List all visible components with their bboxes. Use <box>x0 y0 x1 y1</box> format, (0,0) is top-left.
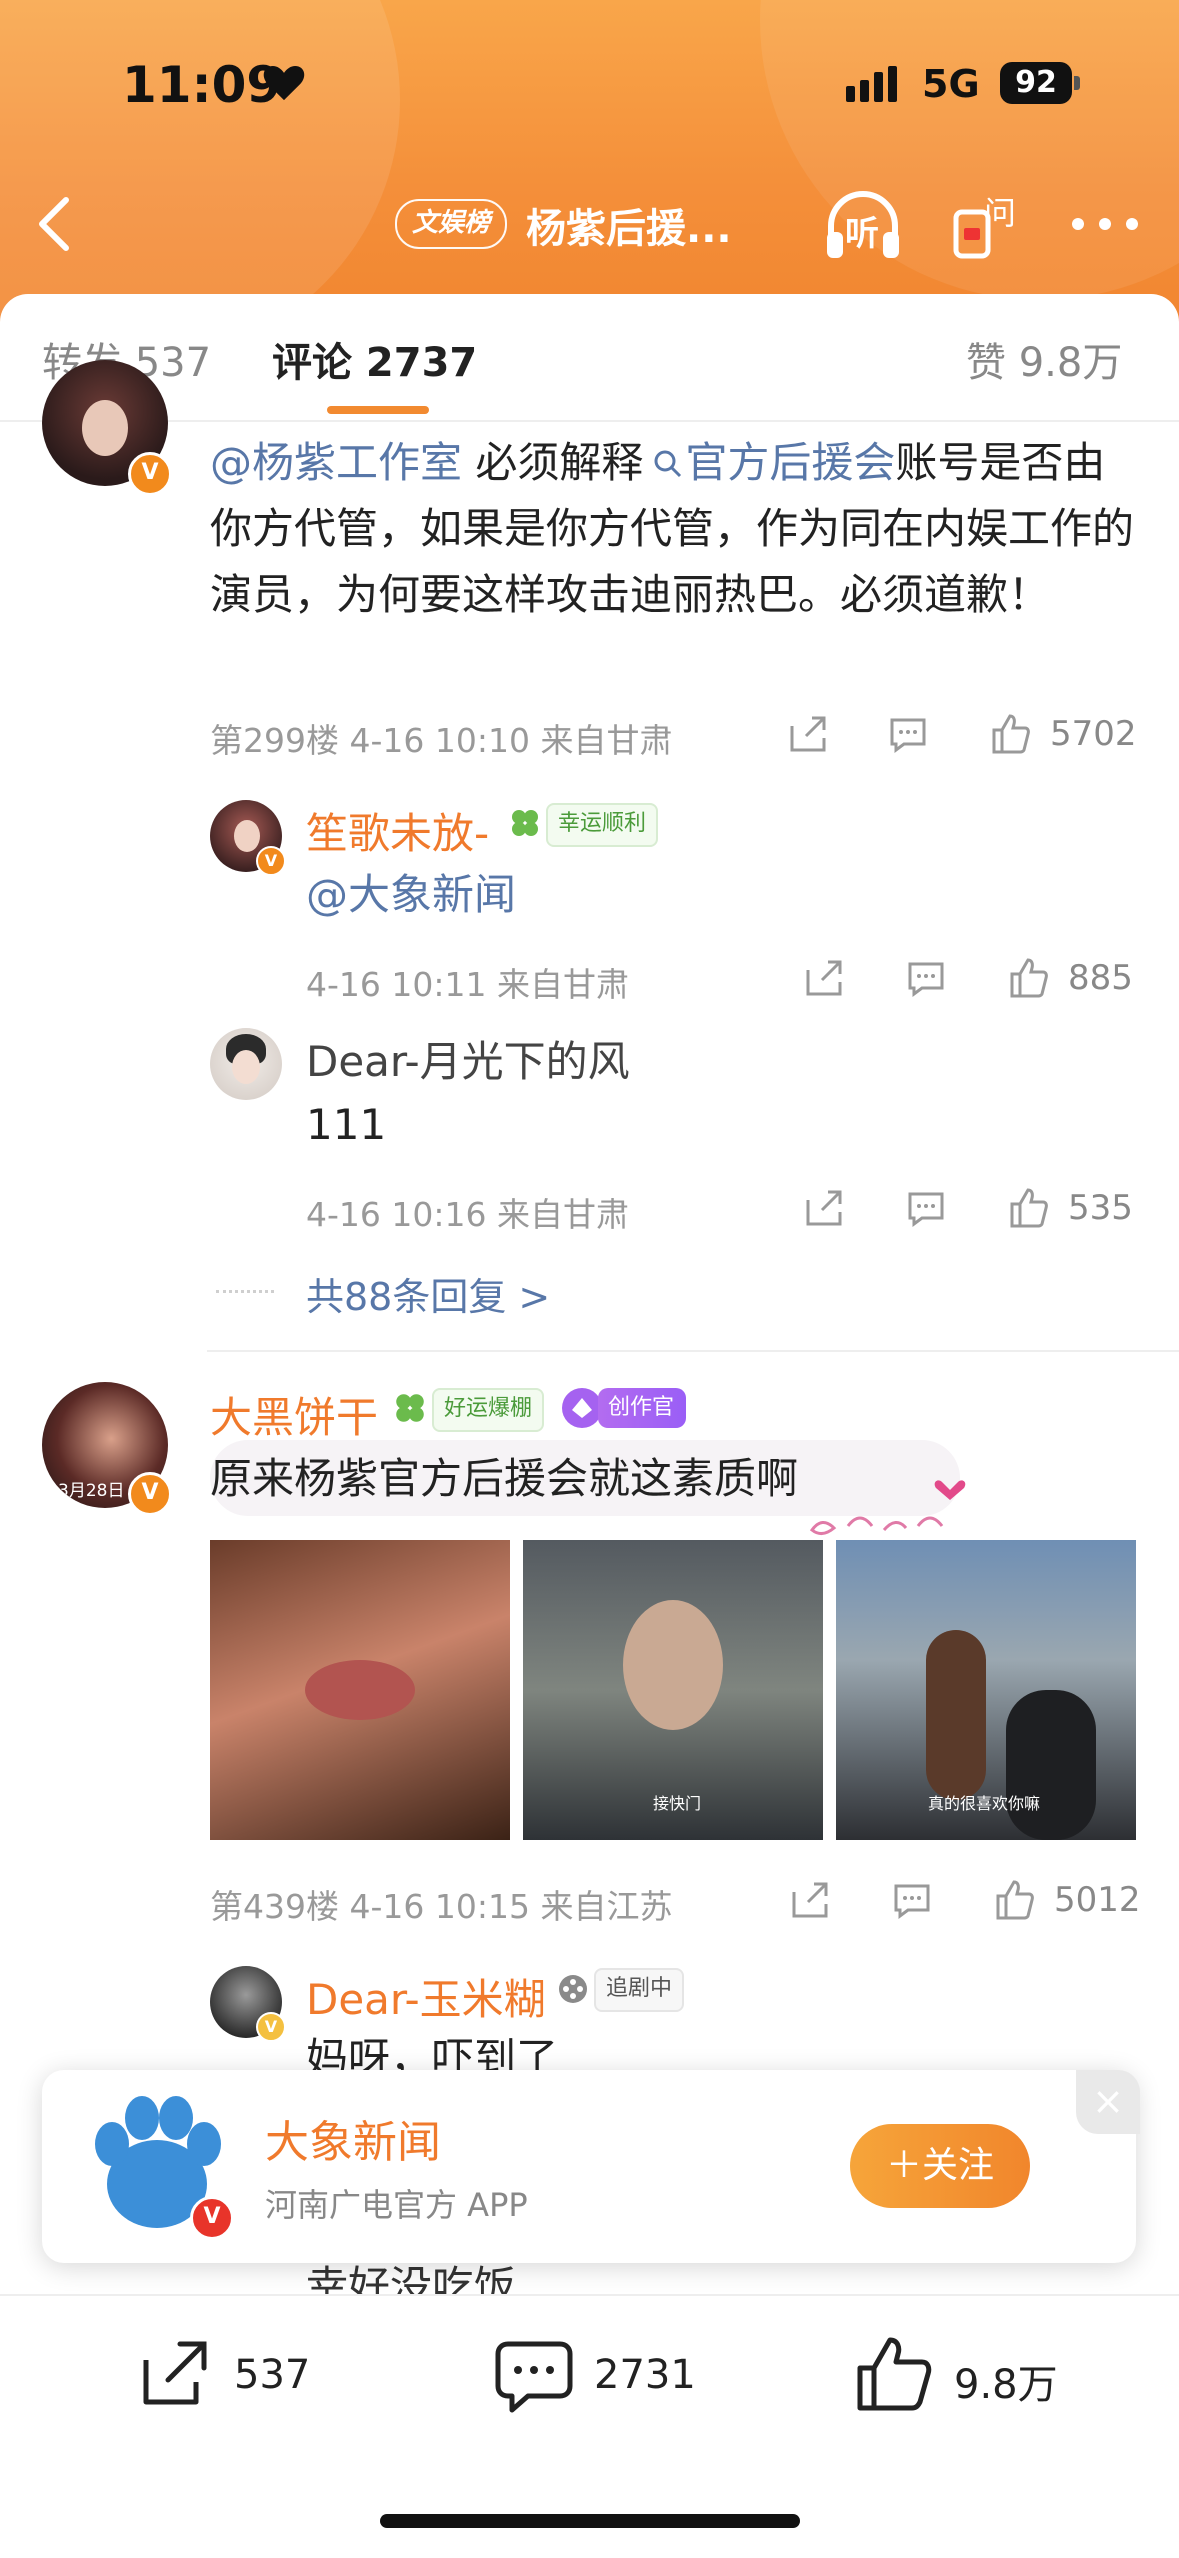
like-count: 5012 <box>1054 1880 1141 1920</box>
home-indicator <box>380 2514 800 2528</box>
film-reel-icon <box>556 1972 590 2006</box>
verified-badge-icon: V <box>190 2196 234 2240</box>
reply-username[interactable]: 笙歌未放- <box>306 800 489 861</box>
image-caption: 接快门 <box>653 1794 702 1813</box>
comment-image[interactable] <box>210 1540 510 1840</box>
repost-icon[interactable] <box>136 2334 216 2414</box>
verified-badge-icon: V <box>256 2012 286 2042</box>
comment-meta: 第439楼 4-16 10:15 来自江苏 <box>210 1887 673 1926</box>
heart-icon <box>263 65 305 101</box>
reply-icon[interactable] <box>904 956 948 1000</box>
listen-label: 听 <box>845 214 879 254</box>
reply-text: 111 <box>306 1100 387 1149</box>
user-badge: 幸运顺利 <box>546 803 659 847</box>
reply-meta: 4-16 10:11 来自甘肃 <box>306 965 629 1004</box>
avatar-caption: 3月28日 <box>58 1481 125 1501</box>
share-icon[interactable] <box>802 956 846 1000</box>
like-count: 535 <box>1068 1188 1133 1228</box>
back-arrow-icon[interactable] <box>30 194 80 254</box>
reply-text[interactable]: @大象新闻 <box>306 862 516 928</box>
comment-text: @杨紫工作室 必须解释 官方后援会账号是否由你方代管，如果是你方代管，作为同在内娱… <box>210 438 1135 619</box>
dotted-indent-line <box>216 1290 274 1293</box>
comment-count[interactable]: 2731 <box>594 2352 696 2398</box>
reply-meta: 4-16 10:16 来自甘肃 <box>306 1195 629 1234</box>
avatar[interactable] <box>210 1028 282 1100</box>
battery-tip <box>1074 76 1080 90</box>
thumbs-up-icon[interactable] <box>988 712 1032 756</box>
verified-badge-icon: V <box>128 452 172 496</box>
comment-username[interactable]: 大黑饼干 <box>210 1384 378 1445</box>
comment-image[interactable]: 接快门 <box>523 1540 823 1840</box>
share-icon[interactable] <box>788 1878 832 1922</box>
promo-account-name[interactable]: 大象新闻 <box>265 2106 441 2170</box>
thumbs-up-icon[interactable] <box>1006 1186 1050 1230</box>
creator-badge: 创作官 <box>598 1388 687 1428</box>
battery-level: 92 <box>1000 62 1072 104</box>
like-count: 5702 <box>1050 714 1137 754</box>
divider <box>207 1350 1179 1352</box>
reply-icon[interactable] <box>886 712 930 756</box>
search-icon <box>654 450 682 478</box>
promo-card[interactable]: V 大象新闻 河南广电官方 APP ＋关注 <box>42 2070 1136 2263</box>
clover-icon <box>508 806 542 840</box>
follow-button[interactable]: ＋关注 <box>850 2124 1030 2208</box>
thumbs-up-icon[interactable] <box>992 1878 1036 1922</box>
image-caption: 真的很喜欢你嘛 <box>928 1794 1041 1813</box>
user-badge: 好运爆棚 <box>432 1388 545 1432</box>
network-type: 5G <box>922 62 980 106</box>
share-icon[interactable] <box>786 712 830 756</box>
verified-badge-icon: V <box>256 846 286 876</box>
like-icon[interactable] <box>852 2332 936 2416</box>
comment-image[interactable]: 真的很喜欢你嘛 <box>836 1540 1136 1840</box>
status-time: 11:09 <box>122 56 282 114</box>
close-icon[interactable]: × <box>1076 2070 1140 2134</box>
reply-username[interactable]: Dear-月光下的风 <box>306 1028 630 1089</box>
comment-meta: 第299楼 4-16 10:10 来自甘肃 <box>210 721 673 760</box>
verified-badge-icon: V <box>128 1472 172 1516</box>
comment-icon[interactable] <box>492 2336 576 2416</box>
share-icon[interactable] <box>802 1186 846 1230</box>
like-total[interactable]: 9.8万 <box>954 2352 1058 2410</box>
tab-divider <box>0 420 1179 422</box>
tab-comments[interactable]: 评论 2737 <box>272 330 477 388</box>
hot-list-tag[interactable]: 文娱榜 <box>395 199 507 249</box>
ask-button[interactable]: 问 <box>950 186 1020 266</box>
reply-icon[interactable] <box>904 1186 948 1230</box>
listen-button[interactable]: 听 <box>823 186 903 266</box>
clover-icon <box>392 1390 428 1426</box>
signal-icon <box>846 66 902 102</box>
more-menu-icon[interactable] <box>1070 210 1140 240</box>
ask-label: 问 <box>984 194 1017 232</box>
reply-icon[interactable] <box>890 1878 934 1922</box>
heart-hands-decoration-icon <box>809 1470 980 1540</box>
active-tab-indicator <box>327 406 429 414</box>
mention-link[interactable]: @杨紫工作室 <box>210 438 462 487</box>
reply-username[interactable]: Dear-玉米糊 <box>306 1966 546 2027</box>
like-count: 885 <box>1068 958 1133 998</box>
repost-count[interactable]: 537 <box>234 2352 310 2398</box>
header-background <box>0 0 1179 360</box>
thumbs-up-icon[interactable] <box>1006 956 1050 1000</box>
page-title: 杨紫后援... <box>526 206 732 252</box>
topic-link[interactable]: 官方后援会 <box>643 438 895 487</box>
view-more-replies[interactable]: 共88条回复 > <box>306 1266 550 1321</box>
comment-text: 原来杨紫官方后援会就这素质啊 <box>210 1454 799 1503</box>
user-badge: 追剧中 <box>594 1968 685 2012</box>
tab-likes[interactable]: 赞 9.8万 <box>966 330 1122 388</box>
promo-description: 河南广电官方 APP <box>265 2186 528 2224</box>
